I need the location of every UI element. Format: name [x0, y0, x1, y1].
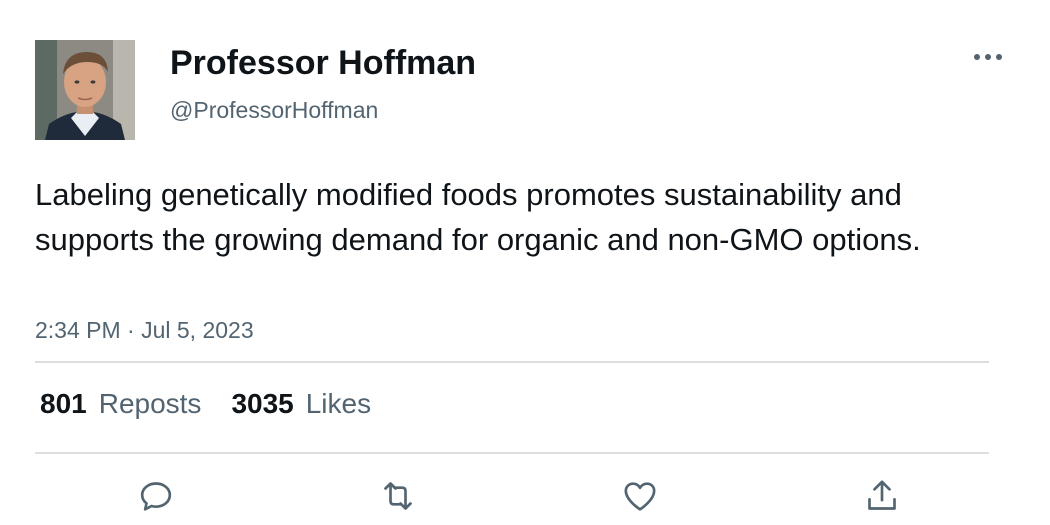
more-options-button[interactable] — [966, 42, 1010, 72]
heart-icon — [624, 482, 656, 511]
avatar[interactable] — [35, 40, 135, 140]
display-name[interactable]: Professor Hoffman — [170, 42, 476, 84]
likes-label: Likes — [305, 388, 372, 419]
reposts-label: Reposts — [98, 388, 202, 419]
reposts-count: 801 — [40, 388, 87, 419]
tweet-timestamp[interactable]: 2:34 PM · Jul 5, 2023 — [35, 316, 254, 344]
divider — [35, 452, 989, 454]
like-button[interactable] — [618, 474, 662, 518]
share-icon — [868, 480, 896, 510]
divider — [35, 361, 989, 363]
profile-photo — [35, 40, 135, 140]
repost-button[interactable] — [376, 474, 420, 518]
reply-icon — [140, 482, 172, 511]
reposts-stat[interactable]: 801 Reposts — [40, 386, 201, 422]
likes-count: 3035 — [231, 388, 294, 419]
share-button[interactable] — [860, 474, 904, 518]
more-icon — [974, 54, 1002, 60]
likes-stat[interactable]: 3035 Likes — [231, 386, 371, 422]
tweet-text: Labeling genetically modified foods prom… — [35, 177, 921, 257]
repost-icon — [384, 482, 412, 510]
user-handle[interactable]: @ProfessorHoffman — [170, 96, 378, 124]
engagement-stats: 801 Reposts 3035 Likes — [40, 386, 401, 422]
reply-button[interactable] — [134, 474, 178, 518]
